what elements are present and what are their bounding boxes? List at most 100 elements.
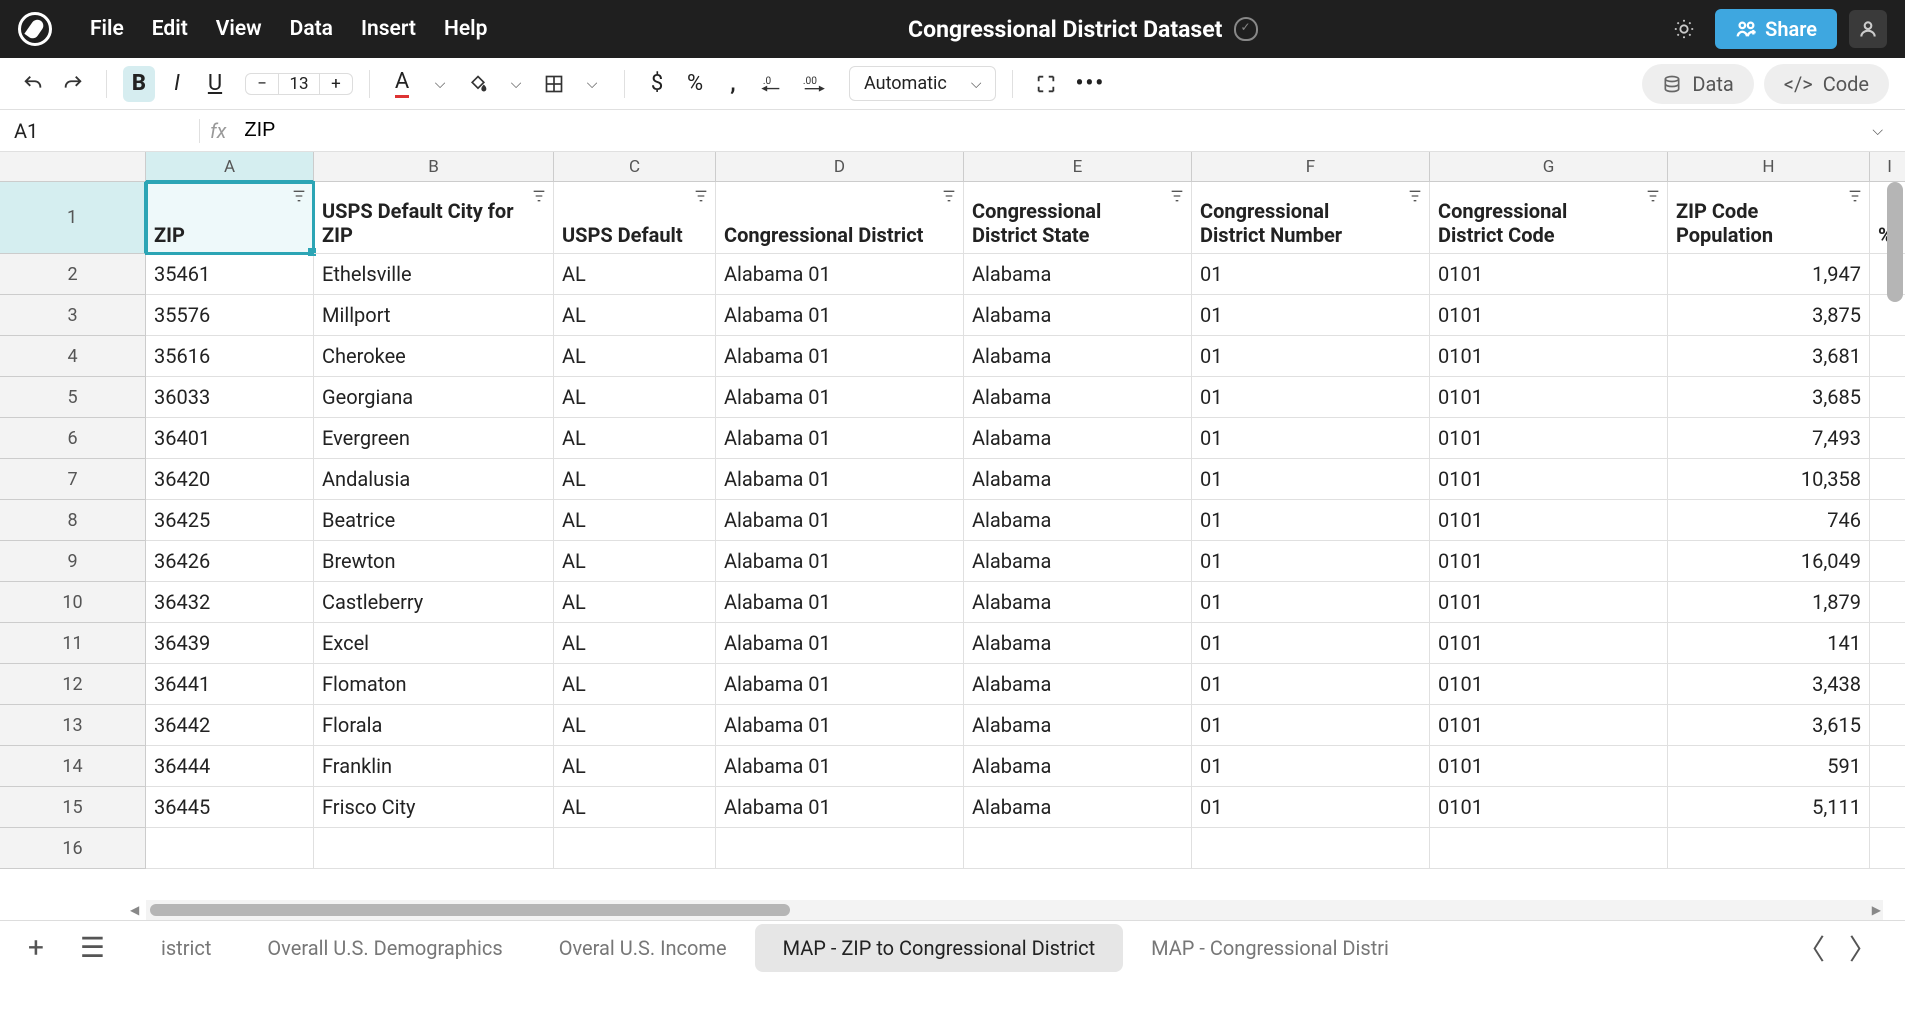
scrollbar-thumb[interactable]	[150, 904, 790, 916]
menu-file[interactable]: File	[76, 11, 138, 47]
cell-A9[interactable]: 36426	[146, 541, 314, 582]
cell-C11[interactable]: AL	[554, 623, 716, 664]
tab-nav-left[interactable]: 〈	[1789, 928, 1833, 968]
user-menu-icon[interactable]	[1849, 10, 1887, 48]
cell-B7[interactable]: Andalusia	[314, 459, 554, 500]
menu-insert[interactable]: Insert	[347, 11, 430, 47]
header-cell-E[interactable]: Congressional District State	[964, 182, 1192, 254]
cell-F8[interactable]: 01	[1192, 500, 1430, 541]
bold-button[interactable]: B	[123, 66, 155, 102]
cell-D14[interactable]: Alabama 01	[716, 746, 964, 787]
column-header-C[interactable]: C	[554, 152, 716, 182]
cell-G2[interactable]: 0101	[1430, 254, 1668, 295]
cell-E7[interactable]: Alabama	[964, 459, 1192, 500]
cell-I11[interactable]	[1870, 623, 1905, 664]
cell-A3[interactable]: 35576	[146, 295, 314, 336]
cell-D8[interactable]: Alabama 01	[716, 500, 964, 541]
sheet-tab[interactable]: MAP - Congressional Distri	[1123, 924, 1417, 972]
cell-C15[interactable]: AL	[554, 787, 716, 828]
cell-empty[interactable]	[964, 828, 1192, 869]
doc-title[interactable]: Congressional District Dataset	[908, 16, 1222, 43]
data-button[interactable]: Data	[1642, 64, 1753, 104]
cell-E6[interactable]: Alabama	[964, 418, 1192, 459]
row-header-14[interactable]: 14	[0, 746, 146, 787]
cell-H13[interactable]: 3,615	[1668, 705, 1870, 746]
cell-I7[interactable]	[1870, 459, 1905, 500]
italic-button[interactable]: I	[161, 66, 193, 102]
sheet-tab[interactable]: Overall U.S. Demographics	[239, 924, 530, 972]
cell-E13[interactable]: Alabama	[964, 705, 1192, 746]
cell-C10[interactable]: AL	[554, 582, 716, 623]
cell-E12[interactable]: Alabama	[964, 664, 1192, 705]
column-header-D[interactable]: D	[716, 152, 964, 182]
percent-button[interactable]: %	[679, 66, 711, 102]
cell-F9[interactable]: 01	[1192, 541, 1430, 582]
cell-G5[interactable]: 0101	[1430, 377, 1668, 418]
header-cell-C[interactable]: USPS Default	[554, 182, 716, 254]
decrease-decimal-button[interactable]: .0	[755, 66, 789, 102]
cell-G10[interactable]: 0101	[1430, 582, 1668, 623]
cell-B4[interactable]: Cherokee	[314, 336, 554, 377]
formula-input[interactable]	[244, 119, 1860, 142]
row-header-3[interactable]: 3	[0, 295, 146, 336]
cell-E10[interactable]: Alabama	[964, 582, 1192, 623]
cell-B14[interactable]: Franklin	[314, 746, 554, 787]
cell-A6[interactable]: 36401	[146, 418, 314, 459]
filter-icon[interactable]	[1645, 188, 1661, 204]
cell-G11[interactable]: 0101	[1430, 623, 1668, 664]
cell-B13[interactable]: Florala	[314, 705, 554, 746]
filter-icon[interactable]	[1169, 188, 1185, 204]
cell-A12[interactable]: 36441	[146, 664, 314, 705]
cell-F3[interactable]: 01	[1192, 295, 1430, 336]
cell-I14[interactable]	[1870, 746, 1905, 787]
row-header-6[interactable]: 6	[0, 418, 146, 459]
cell-E2[interactable]: Alabama	[964, 254, 1192, 295]
cell-D10[interactable]: Alabama 01	[716, 582, 964, 623]
cell-D5[interactable]: Alabama 01	[716, 377, 964, 418]
cell-reference[interactable]: A1	[10, 119, 200, 143]
filter-icon[interactable]	[291, 188, 307, 204]
theme-toggle-icon[interactable]	[1665, 10, 1703, 48]
cell-F15[interactable]: 01	[1192, 787, 1430, 828]
font-size-decrease[interactable]: −	[246, 74, 278, 94]
header-cell-F[interactable]: Congressional District Number	[1192, 182, 1430, 254]
column-header-H[interactable]: H	[1668, 152, 1870, 182]
text-color-button[interactable]: A	[386, 66, 418, 102]
menu-data[interactable]: Data	[276, 11, 347, 47]
column-header-F[interactable]: F	[1192, 152, 1430, 182]
cell-F11[interactable]: 01	[1192, 623, 1430, 664]
cell-C7[interactable]: AL	[554, 459, 716, 500]
cell-F14[interactable]: 01	[1192, 746, 1430, 787]
menu-edit[interactable]: Edit	[138, 11, 202, 47]
row-header-1[interactable]: 1	[0, 182, 146, 254]
cell-H3[interactable]: 3,875	[1668, 295, 1870, 336]
filter-icon[interactable]	[1407, 188, 1423, 204]
row-header-4[interactable]: 4	[0, 336, 146, 377]
cell-B8[interactable]: Beatrice	[314, 500, 554, 541]
cell-B6[interactable]: Evergreen	[314, 418, 554, 459]
cell-D3[interactable]: Alabama 01	[716, 295, 964, 336]
row-header-16[interactable]: 16	[0, 828, 146, 869]
cell-B11[interactable]: Excel	[314, 623, 554, 664]
fill-color-button[interactable]	[462, 66, 494, 102]
menu-help[interactable]: Help	[430, 11, 501, 47]
row-header-12[interactable]: 12	[0, 664, 146, 705]
sheet-tab[interactable]: MAP - ZIP to Congressional District	[755, 924, 1124, 972]
font-size-value[interactable]: 13	[278, 74, 320, 94]
cell-A8[interactable]: 36425	[146, 500, 314, 541]
cell-C12[interactable]: AL	[554, 664, 716, 705]
cell-C5[interactable]: AL	[554, 377, 716, 418]
number-format-select[interactable]: Automatic ⌵	[849, 66, 996, 101]
cell-I6[interactable]	[1870, 418, 1905, 459]
row-header-5[interactable]: 5	[0, 377, 146, 418]
row-header-13[interactable]: 13	[0, 705, 146, 746]
cell-G13[interactable]: 0101	[1430, 705, 1668, 746]
text-color-dropdown[interactable]: ⌵	[424, 66, 456, 102]
scroll-right-icon[interactable]: ▶	[1872, 903, 1881, 917]
cell-H4[interactable]: 3,681	[1668, 336, 1870, 377]
cell-B2[interactable]: Ethelsville	[314, 254, 554, 295]
cell-B5[interactable]: Georgiana	[314, 377, 554, 418]
formula-expand-icon[interactable]: ⌵	[1860, 123, 1895, 139]
cell-H10[interactable]: 1,879	[1668, 582, 1870, 623]
cell-H5[interactable]: 3,685	[1668, 377, 1870, 418]
